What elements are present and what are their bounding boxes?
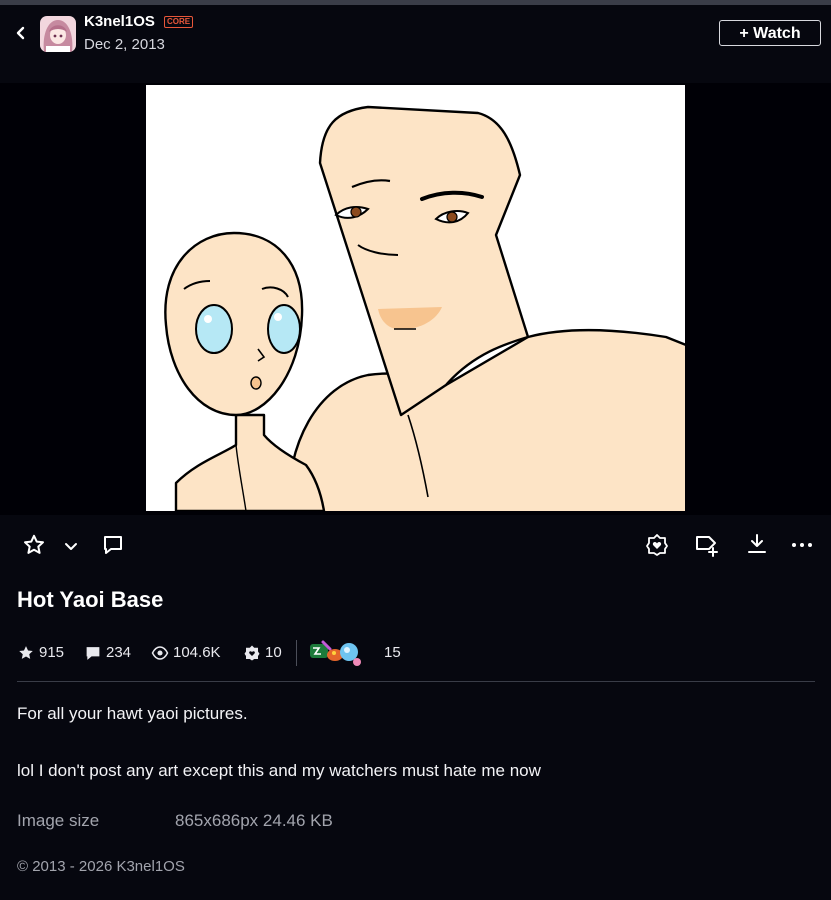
description-line-2: lol I don't post any art except this and… <box>17 761 541 780</box>
badge-heart-icon[interactable] <box>645 533 669 557</box>
comment-icon[interactable] <box>101 533 125 557</box>
download-icon[interactable] <box>745 532 769 556</box>
image-size-value: 865x686px 24.46 KB <box>175 811 333 830</box>
badges-count[interactable]: 10 <box>265 644 282 661</box>
chevron-left-icon[interactable] <box>12 23 30 43</box>
chevron-down-icon[interactable] <box>62 537 80 555</box>
awards-cluster-icon[interactable] <box>308 639 364 667</box>
core-badge: CORE <box>164 16 194 28</box>
artwork-image[interactable] <box>146 85 693 515</box>
description-line-1: For all your hawt yaoi pictures. <box>17 704 248 723</box>
stats-divider <box>296 640 297 666</box>
comment-filled-icon <box>86 647 100 660</box>
username[interactable]: K3nel1OS <box>84 13 155 30</box>
avatar[interactable] <box>40 16 76 52</box>
tag-plus-icon[interactable] <box>694 533 720 557</box>
comments-count[interactable]: 234 <box>106 644 131 661</box>
stats-row: 915 234 104.6K 10 15 <box>0 640 831 666</box>
watch-button[interactable]: + Watch <box>719 20 821 46</box>
artwork-stage <box>0 83 831 515</box>
badge-icon <box>244 645 260 661</box>
more-dots-icon[interactable] <box>790 533 814 557</box>
copyright: © 2013 - 2026 K3nel1OS <box>17 858 185 875</box>
star-filled-icon <box>19 646 33 659</box>
eye-icon <box>151 646 169 660</box>
views-count: 104.6K <box>173 644 221 661</box>
deviation-title: Hot Yaoi Base <box>17 587 164 612</box>
publish-date: Dec 2, 2013 <box>84 36 165 53</box>
deviation-header: K3nel1OS CORE Dec 2, 2013 + Watch <box>0 5 831 83</box>
awards-count[interactable]: 15 <box>384 644 401 661</box>
star-outline-icon[interactable] <box>22 533 46 557</box>
image-size-label: Image size <box>17 811 100 830</box>
favourites-count[interactable]: 915 <box>39 644 64 661</box>
section-divider <box>17 681 815 682</box>
